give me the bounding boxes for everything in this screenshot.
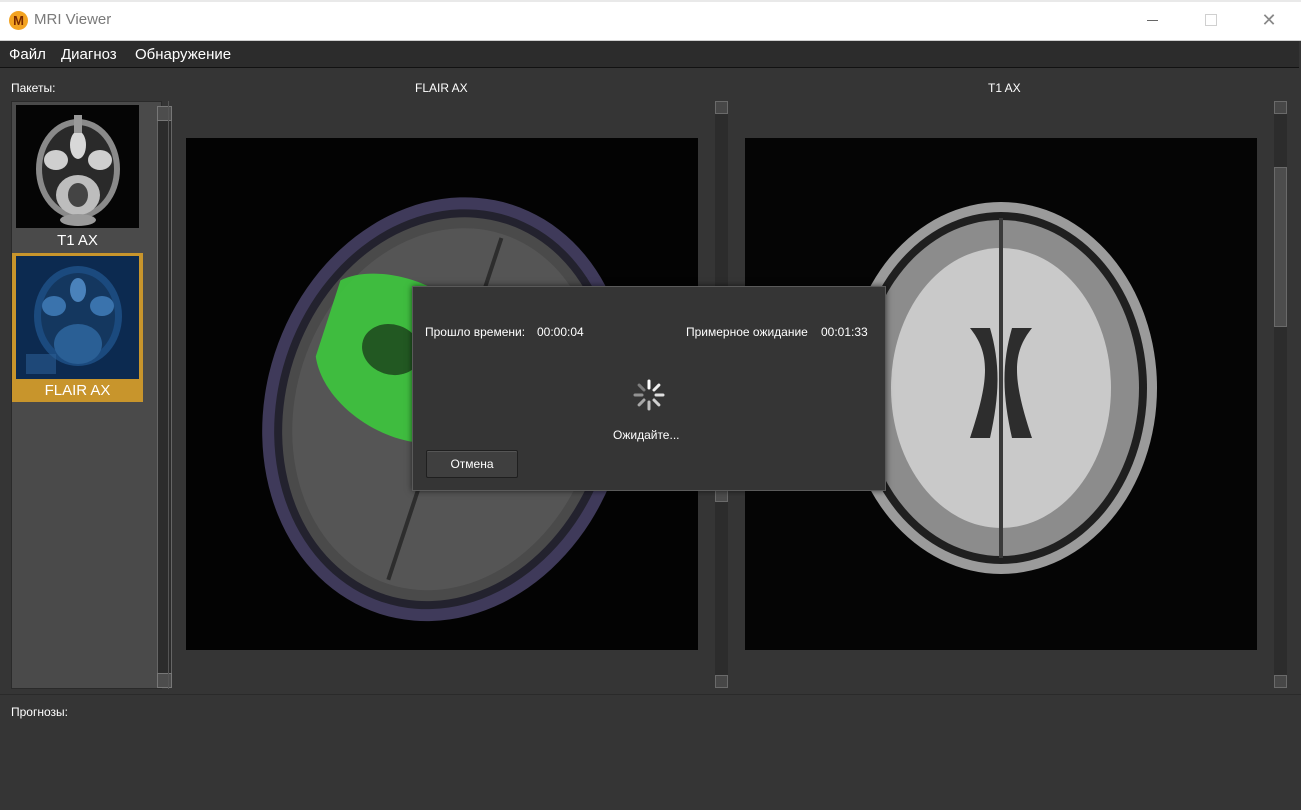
t1-scrollbar[interactable] bbox=[1274, 101, 1287, 688]
loading-spinner-icon bbox=[632, 378, 666, 412]
flair-scroll-up-arrow[interactable] bbox=[715, 101, 728, 114]
scroll-down-arrow[interactable] bbox=[157, 673, 172, 688]
package-caption-flair: FLAIR AX bbox=[44, 382, 111, 399]
t1-scroll-down-arrow[interactable] bbox=[1274, 675, 1287, 688]
minimize-button[interactable] bbox=[1124, 0, 1182, 40]
package-thumbnail-flair bbox=[16, 256, 139, 379]
t1-scroll-handle[interactable] bbox=[1274, 167, 1287, 327]
viewer-title-flair: FLAIR AX bbox=[415, 81, 468, 95]
packages-label: Пакеты: bbox=[11, 81, 56, 95]
maximize-button[interactable] bbox=[1182, 0, 1240, 40]
packages-scrollbar[interactable] bbox=[157, 106, 172, 688]
package-thumbnail-t1 bbox=[16, 105, 139, 228]
predictions-separator bbox=[0, 694, 1301, 695]
menu-diagnosis[interactable]: Диагноз bbox=[61, 46, 117, 63]
packages-list[interactable]: T1 AX FLAIR AX bbox=[11, 101, 172, 689]
elapsed-label: Прошло времени: bbox=[425, 325, 526, 339]
status-text: Ожидайте... bbox=[613, 428, 680, 442]
scroll-up-arrow[interactable] bbox=[157, 106, 172, 121]
elapsed-value: 00:00:04 bbox=[537, 325, 584, 339]
menu-bar: Файл Диагноз Обнаружение bbox=[0, 41, 1299, 68]
package-caption-t1: T1 AX bbox=[57, 232, 98, 249]
panel-divider bbox=[168, 101, 169, 689]
package-item-t1[interactable]: T1 AX bbox=[12, 102, 143, 252]
title-bar: M MRI Viewer ✕ bbox=[0, 0, 1301, 41]
estimate-value: 00:01:33 bbox=[821, 325, 868, 339]
window-title: MRI Viewer bbox=[34, 11, 112, 28]
viewer-title-t1: T1 AX bbox=[988, 81, 1021, 95]
flair-scroll-down-arrow[interactable] bbox=[715, 675, 728, 688]
menu-file[interactable]: Файл bbox=[9, 46, 46, 63]
menu-detection[interactable]: Обнаружение bbox=[135, 46, 231, 63]
cancel-button[interactable]: Отмена bbox=[426, 450, 518, 478]
t1-scroll-up-arrow[interactable] bbox=[1274, 101, 1287, 114]
close-button[interactable]: ✕ bbox=[1240, 0, 1298, 40]
predictions-label: Прогнозы: bbox=[11, 705, 68, 719]
progress-dialog: Прошло времени: 00:00:04 Примерное ожида… bbox=[412, 286, 886, 491]
package-item-flair[interactable]: FLAIR AX bbox=[12, 253, 143, 402]
app-logo-icon: M bbox=[9, 11, 28, 30]
estimate-label: Примерное ожидание bbox=[686, 325, 808, 339]
